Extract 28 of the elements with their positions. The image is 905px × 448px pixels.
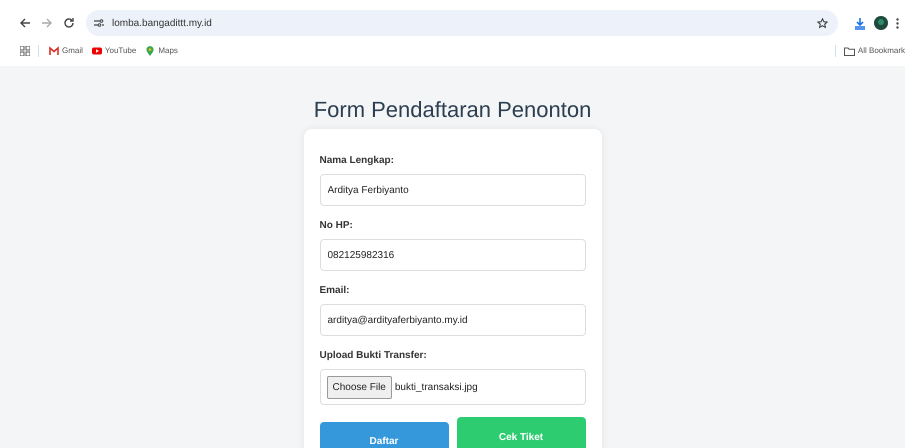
address-bar[interactable]: lomba.bangadittt.my.id (86, 10, 838, 36)
forward-icon (41, 17, 53, 29)
bookmark[interactable]: Maps (145, 45, 178, 57)
avatar-icon[interactable] (874, 16, 888, 30)
site-settings-icon[interactable] (94, 18, 104, 28)
star-icon[interactable] (817, 18, 828, 28)
file-input[interactable]: Choose File bukti_transaksi.jpg (320, 369, 586, 405)
field-label: No HP: (320, 219, 354, 233)
youtube-icon (92, 46, 102, 56)
download-icon[interactable] (854, 16, 866, 30)
bookmark[interactable]: Gmail (49, 45, 83, 57)
input-field[interactable]: arditya@ardityaferbiyanto.my.id (320, 304, 586, 336)
url-text: lomba.bangadittt.my.id (112, 16, 212, 30)
reload-icon (63, 17, 75, 29)
input-field[interactable]: Arditya Ferbiyanto (320, 174, 586, 206)
field-label: Email: (320, 284, 351, 298)
back-icon (19, 17, 31, 29)
all-bookmarks-button[interactable]: All Bookmark (844, 45, 905, 57)
form-title: Form Pendaftaran Penonton (314, 97, 592, 123)
apps-icon[interactable] (20, 46, 30, 56)
folder-icon (844, 46, 855, 56)
menu-icon[interactable] (896, 18, 899, 28)
input-field[interactable]: 082125982316 (320, 239, 586, 271)
field-label: Upload Bukti Transfer: (320, 349, 428, 363)
gmail-icon (49, 46, 59, 56)
map-pin-icon (145, 46, 156, 56)
field-label: Nama Lengkap: (320, 154, 395, 168)
bookmark[interactable]: YouTube (92, 45, 136, 57)
